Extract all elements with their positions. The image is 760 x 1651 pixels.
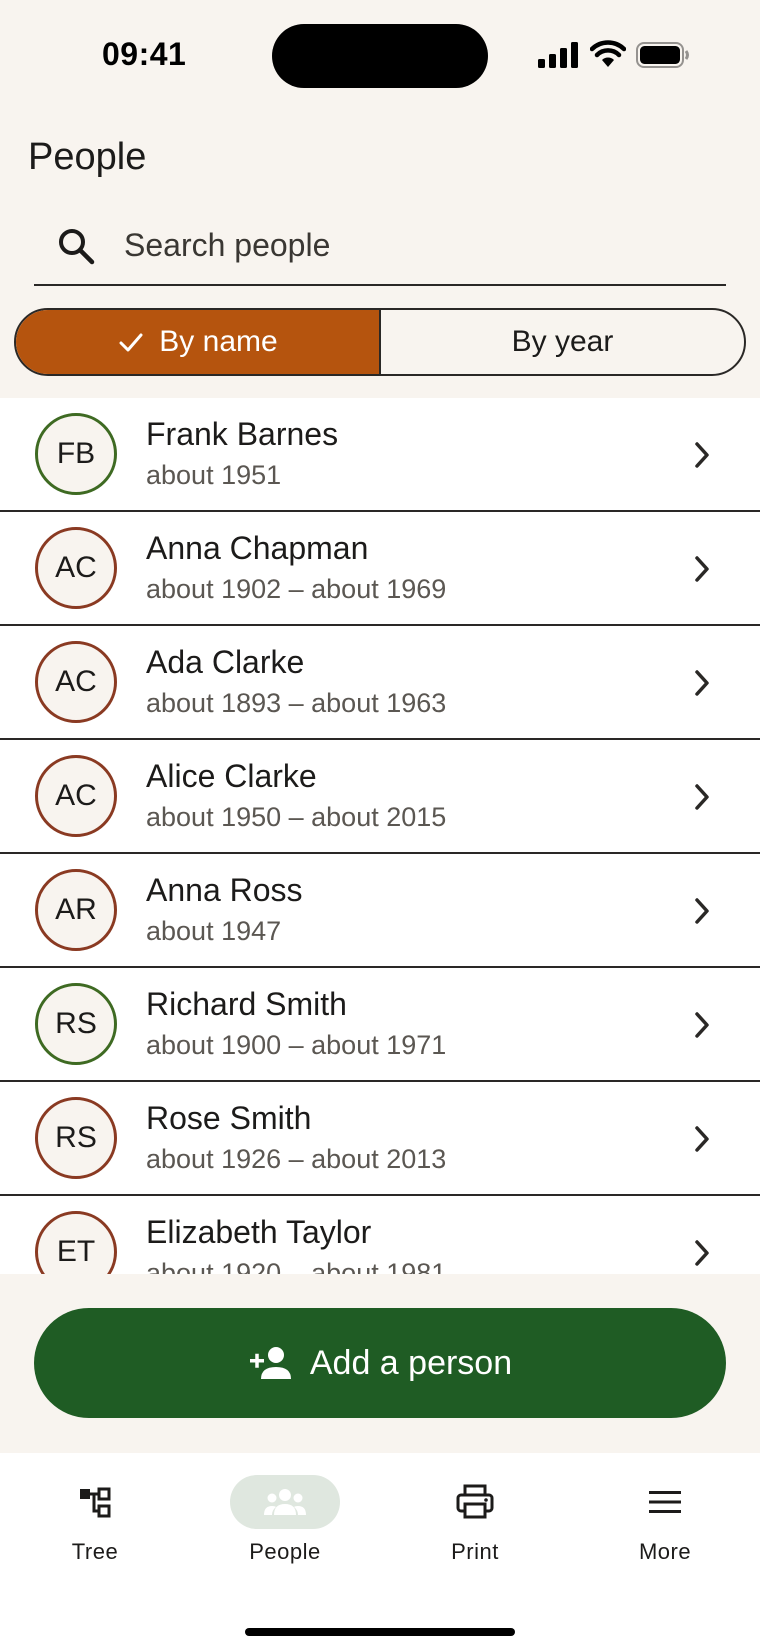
avatar: AC <box>35 755 117 837</box>
person-name: Elizabeth Taylor <box>146 1214 372 1250</box>
tab-tree[interactable]: Tree <box>20 1475 170 1575</box>
status-time: 09:41 <box>102 36 187 72</box>
person-dates: about 1926 – about 2013 <box>146 1144 447 1174</box>
tab-more-label: More <box>638 1539 692 1564</box>
people-icon <box>264 1489 306 1515</box>
bottom-tab-bar: Tree People Print More <box>0 1453 760 1651</box>
person-name: Alice Clarke <box>146 758 317 794</box>
avatar: RS <box>35 983 117 1065</box>
person-dates: about 1951 <box>146 460 282 490</box>
search-bar[interactable] <box>34 206 726 286</box>
avatar: AR <box>35 869 117 951</box>
person-name: Rose Smith <box>146 1100 312 1136</box>
person-name: Anna Ross <box>146 872 303 908</box>
person-dates: about 1920 – about 1981 <box>146 1258 447 1274</box>
check-icon <box>119 333 143 352</box>
avatar: AC <box>35 641 117 723</box>
sort-by-name-label: By name <box>159 325 278 358</box>
tab-print-label: Print <box>451 1539 499 1564</box>
search-input[interactable] <box>124 220 704 270</box>
chevron-right-icon <box>695 898 709 924</box>
person-row[interactable]: RS Rose Smith about 1926 – about 2013 <box>0 1082 760 1196</box>
sort-toggle: By name By year <box>14 308 746 376</box>
add-person-button[interactable]: Add a person <box>34 1308 726 1418</box>
person-row[interactable]: ET Elizabeth Taylor about 1920 – about 1… <box>0 1196 760 1274</box>
tree-icon <box>80 1487 111 1518</box>
person-row[interactable]: AC Ada Clarke about 1893 – about 1963 <box>0 626 760 740</box>
person-name: Ada Clarke <box>146 644 305 680</box>
person-name: Frank Barnes <box>146 416 339 452</box>
person-dates: about 1900 – about 1971 <box>146 1030 447 1060</box>
home-indicator <box>245 1628 515 1636</box>
print-icon <box>456 1484 494 1519</box>
person-row[interactable]: AC Anna Chapman about 1902 – about 1969 <box>0 512 760 626</box>
person-row[interactable]: AC Alice Clarke about 1950 – about 2015 <box>0 740 760 854</box>
avatar: RS <box>35 1097 117 1179</box>
tab-print[interactable]: Print <box>400 1475 550 1575</box>
sort-by-year-button[interactable]: By year <box>381 310 744 374</box>
chevron-right-icon <box>695 784 709 810</box>
person-dates: about 1902 – about 1969 <box>146 574 447 604</box>
person-name: Anna Chapman <box>146 530 369 566</box>
person-row[interactable]: FB Frank Barnes about 1951 <box>0 398 760 512</box>
chevron-right-icon <box>695 1012 709 1038</box>
person-row[interactable]: RS Richard Smith about 1900 – about 1971 <box>0 968 760 1082</box>
add-person-icon <box>249 1347 291 1379</box>
tab-people[interactable]: People <box>210 1475 360 1575</box>
avatar: FB <box>35 413 117 495</box>
menu-icon <box>649 1491 681 1513</box>
avatar: ET <box>35 1211 117 1274</box>
search-icon <box>59 229 95 265</box>
person-dates: about 1950 – about 2015 <box>146 802 447 832</box>
person-name: Richard Smith <box>146 986 347 1022</box>
sort-by-year-label: By year <box>511 325 614 358</box>
chevron-right-icon <box>695 1126 709 1152</box>
cellular-signal-icon <box>538 42 578 68</box>
dynamic-island <box>272 24 488 88</box>
chevron-right-icon <box>695 670 709 696</box>
add-person-label: Add a person <box>309 1343 513 1382</box>
chevron-right-icon <box>695 1240 709 1266</box>
tab-more[interactable]: More <box>590 1475 740 1575</box>
person-row[interactable]: AR Anna Ross about 1947 <box>0 854 760 968</box>
status-bar: 09:41 <box>0 0 760 112</box>
avatar: AC <box>35 527 117 609</box>
wifi-icon <box>590 40 626 67</box>
tab-people-label: People <box>249 1539 321 1564</box>
battery-icon <box>636 42 689 68</box>
person-dates: about 1893 – about 1963 <box>146 688 447 718</box>
chevron-right-icon <box>695 442 709 468</box>
person-dates: about 1947 <box>146 916 282 946</box>
people-list: FB Frank Barnes about 1951 AC Anna Chapm… <box>0 398 760 1274</box>
chevron-right-icon <box>695 556 709 582</box>
page-title: People <box>28 136 147 178</box>
tab-tree-label: Tree <box>71 1539 119 1564</box>
sort-by-name-button[interactable]: By name <box>16 310 381 374</box>
